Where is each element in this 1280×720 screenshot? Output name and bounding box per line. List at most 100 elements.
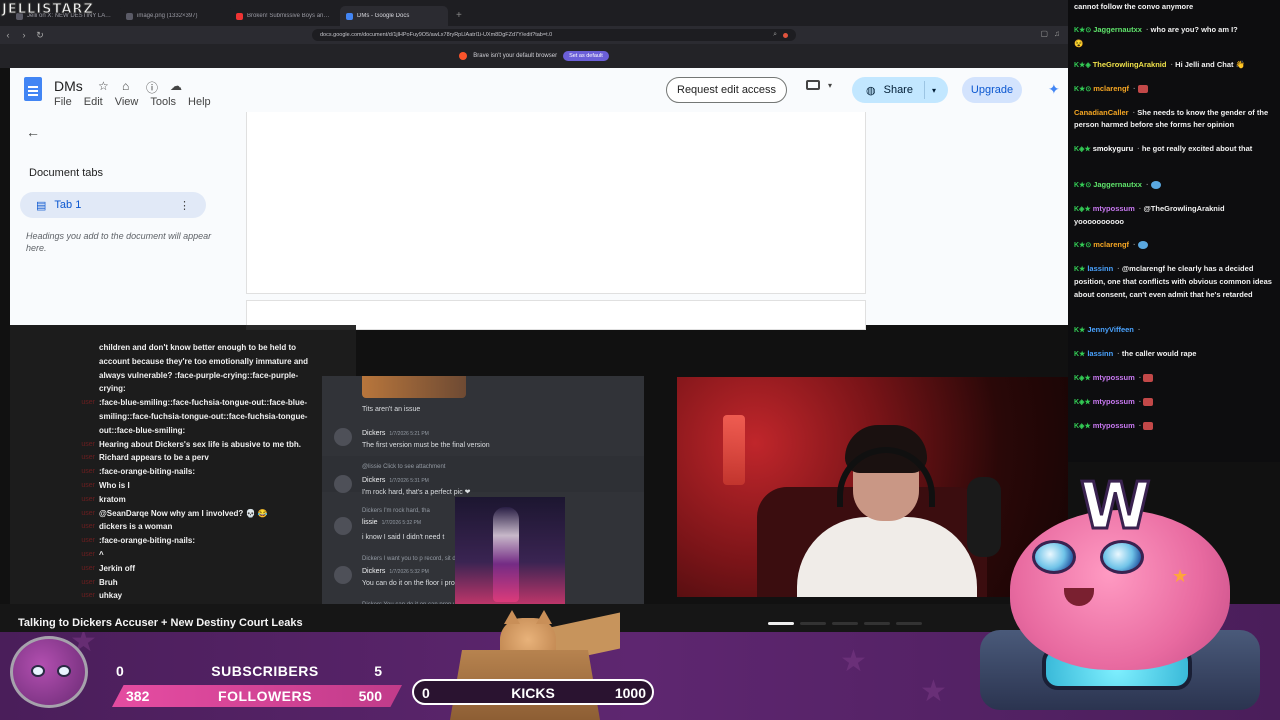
menu-tools[interactable]: Tools bbox=[150, 96, 176, 108]
discord-msg: I'm rock hard, that's a perfect pic ❤ bbox=[362, 489, 471, 496]
tab-label: Broken! Submissive Boys and the Sh bbox=[247, 13, 332, 19]
tab-favicon-icon bbox=[126, 12, 133, 20]
chat-badges-icon: K◈★ bbox=[1074, 375, 1091, 382]
music-icon[interactable]: ♫ bbox=[1054, 29, 1060, 38]
chat-username[interactable]: mtypossum bbox=[1093, 421, 1135, 430]
discord-reply: @lissie Click to see attachment bbox=[362, 464, 446, 470]
document-outline-panel: ← Document tabs ▤ Tab 1 ⋮ Headings you a… bbox=[10, 112, 246, 325]
attachment-image bbox=[362, 376, 466, 398]
chat-message: user uhkay bbox=[10, 589, 356, 603]
chat-username[interactable]: mtypossum bbox=[1093, 397, 1135, 406]
chat-separator: · bbox=[1135, 325, 1141, 334]
chevron-down-icon[interactable]: ▾ bbox=[932, 86, 936, 95]
chat-badges-icon: K◈★ bbox=[1074, 206, 1091, 213]
forward-nav-icon[interactable]: › bbox=[16, 30, 32, 40]
meet-video-icon[interactable] bbox=[806, 80, 820, 90]
chat-username[interactable]: Jaggernautxx bbox=[1093, 25, 1142, 34]
chat-message: out::face-blue-smiling: bbox=[10, 424, 356, 438]
chat-username: user bbox=[81, 509, 95, 517]
discord-username: Dickers bbox=[362, 477, 386, 484]
browser-tab[interactable]: Broken! Submissive Boys and the Sh bbox=[230, 6, 338, 26]
stream-overlay: Jelli on X: NEW DESTINY LAWS image.png (… bbox=[0, 0, 1280, 720]
chat-separator: · bbox=[1131, 240, 1138, 249]
chat-message: user @SeanDarqe Now why am I involved? 💀 … bbox=[10, 507, 356, 521]
share-button[interactable]: ◍ Share ▾ bbox=[852, 77, 948, 103]
chevron-down-icon[interactable]: ▾ bbox=[828, 81, 832, 90]
chat-username[interactable]: lassinn bbox=[1087, 349, 1113, 358]
url-input[interactable]: docs.google.com/document/d/1jlHPoFuy9O5/… bbox=[312, 29, 796, 41]
extension-icon[interactable]: ▢ bbox=[1040, 29, 1048, 38]
followers-current: 382 bbox=[126, 688, 150, 704]
menu-view[interactable]: View bbox=[115, 96, 139, 108]
menu-edit[interactable]: Edit bbox=[84, 96, 103, 108]
discord-msg: The first version must be the final vers… bbox=[362, 442, 490, 449]
chat-username[interactable]: lassinn bbox=[1087, 264, 1113, 273]
chat-message: user Hearing about Dickers's sex life is … bbox=[10, 438, 356, 452]
chat-message: K◈★ mtypossum · bbox=[1074, 420, 1276, 433]
chat-message: smiling::face-fuchsia-tongue-out::face-f… bbox=[10, 410, 356, 424]
chat-separator: · bbox=[1136, 421, 1144, 430]
chat-badges-icon: K◈★ bbox=[1074, 146, 1091, 153]
scene-dot bbox=[832, 622, 858, 625]
chat-username: user bbox=[81, 495, 95, 503]
chat-text: ^ bbox=[99, 549, 104, 559]
back-nav-icon[interactable]: ‹ bbox=[0, 30, 16, 40]
chat-username: user bbox=[81, 564, 95, 572]
menu-file[interactable]: File bbox=[54, 96, 72, 108]
reload-icon[interactable]: ↻ bbox=[32, 30, 48, 41]
chat-text: always vulnerable? :face-purple-crying::… bbox=[99, 370, 299, 380]
chat-username: user bbox=[81, 468, 95, 476]
upgrade-button[interactable]: Upgrade bbox=[962, 77, 1022, 103]
chat-badges-icon: K★⊙ bbox=[1074, 242, 1092, 249]
chat-username[interactable]: smokyguru bbox=[1093, 144, 1133, 153]
chat-username[interactable]: mclarengf bbox=[1093, 84, 1129, 93]
google-docs-window: DMs ☆ ⌂ ⓘ ☁ File Edit View Tools Help Re… bbox=[10, 68, 1068, 330]
chat-username[interactable]: mclarengf bbox=[1093, 240, 1129, 249]
browser-tab-active[interactable]: DMs - Google Docs bbox=[340, 6, 448, 26]
cloud-icon[interactable]: ☁ bbox=[170, 79, 182, 93]
document-tabs-heading: Document tabs bbox=[29, 167, 103, 179]
star-icon[interactable]: ☆ bbox=[98, 79, 109, 93]
set-default-button[interactable]: Set as default bbox=[563, 51, 609, 61]
move-icon[interactable]: ⌂ bbox=[122, 79, 129, 93]
chat-username: user bbox=[81, 537, 95, 545]
docs-logo-icon[interactable] bbox=[24, 77, 42, 101]
new-tab-button[interactable]: + bbox=[450, 6, 468, 26]
scene-indicator bbox=[768, 622, 968, 630]
highlighted-message bbox=[322, 456, 644, 492]
chat-text: @SeanDarqe Now why am I involved? 💀 😂 bbox=[99, 508, 268, 518]
discord-name: lissie 1/7/2026 5:32 PM bbox=[362, 519, 421, 526]
gemini-spark-icon[interactable]: ✦ bbox=[1048, 81, 1060, 98]
discord-username: lissie bbox=[362, 519, 378, 526]
followers-target: 500 bbox=[358, 688, 382, 704]
doc-page[interactable] bbox=[246, 112, 866, 294]
doc-title[interactable]: DMs bbox=[54, 78, 83, 94]
chat-username[interactable]: CanadianCaller bbox=[1074, 108, 1129, 117]
chat-top-line: cannot follow the convo anymore bbox=[1074, 2, 1194, 11]
chat-username[interactable]: mtypossum bbox=[1093, 204, 1135, 213]
followers-label: FOLLOWERS bbox=[218, 688, 312, 704]
share-label: Share bbox=[883, 84, 913, 96]
more-options-icon[interactable]: ⋮ bbox=[179, 199, 190, 212]
doc-tab-item[interactable]: ▤ Tab 1 ⋮ bbox=[20, 192, 206, 218]
tab-label: image.png (1332×397) bbox=[137, 13, 198, 19]
chat-username[interactable]: Jaggernautxx bbox=[1093, 180, 1142, 189]
chat-username: user bbox=[81, 550, 95, 558]
back-arrow-icon[interactable]: ← bbox=[26, 124, 40, 140]
chat-username[interactable]: mtypossum bbox=[1093, 373, 1135, 382]
brave-shield-icon[interactable] bbox=[783, 32, 788, 38]
chat-message: user:face-orange-biting-nails: bbox=[10, 534, 356, 548]
request-edit-access-button[interactable]: Request edit access bbox=[666, 77, 788, 103]
chat-message: CanadianCaller · She needs to know the g… bbox=[1074, 107, 1276, 132]
chat-username[interactable]: TheGrowlingAraknid bbox=[1093, 60, 1167, 69]
chat-text: account because they're too emotionally … bbox=[99, 356, 309, 366]
browser-tab[interactable]: image.png (1332×397) bbox=[120, 6, 228, 26]
globe-icon: ◍ bbox=[866, 84, 876, 97]
menu-help[interactable]: Help bbox=[188, 96, 211, 108]
chat-username[interactable]: JennyViffeen bbox=[1087, 325, 1134, 334]
chat-message: always vulnerable? :face-purple-crying::… bbox=[10, 369, 356, 383]
info-icon[interactable]: ⓘ bbox=[146, 79, 158, 96]
zoom-icon[interactable]: ⌕ bbox=[773, 31, 777, 39]
chat-text: 😵 bbox=[1074, 39, 1084, 48]
chat-text: out::face-blue-smiling: bbox=[99, 425, 186, 435]
